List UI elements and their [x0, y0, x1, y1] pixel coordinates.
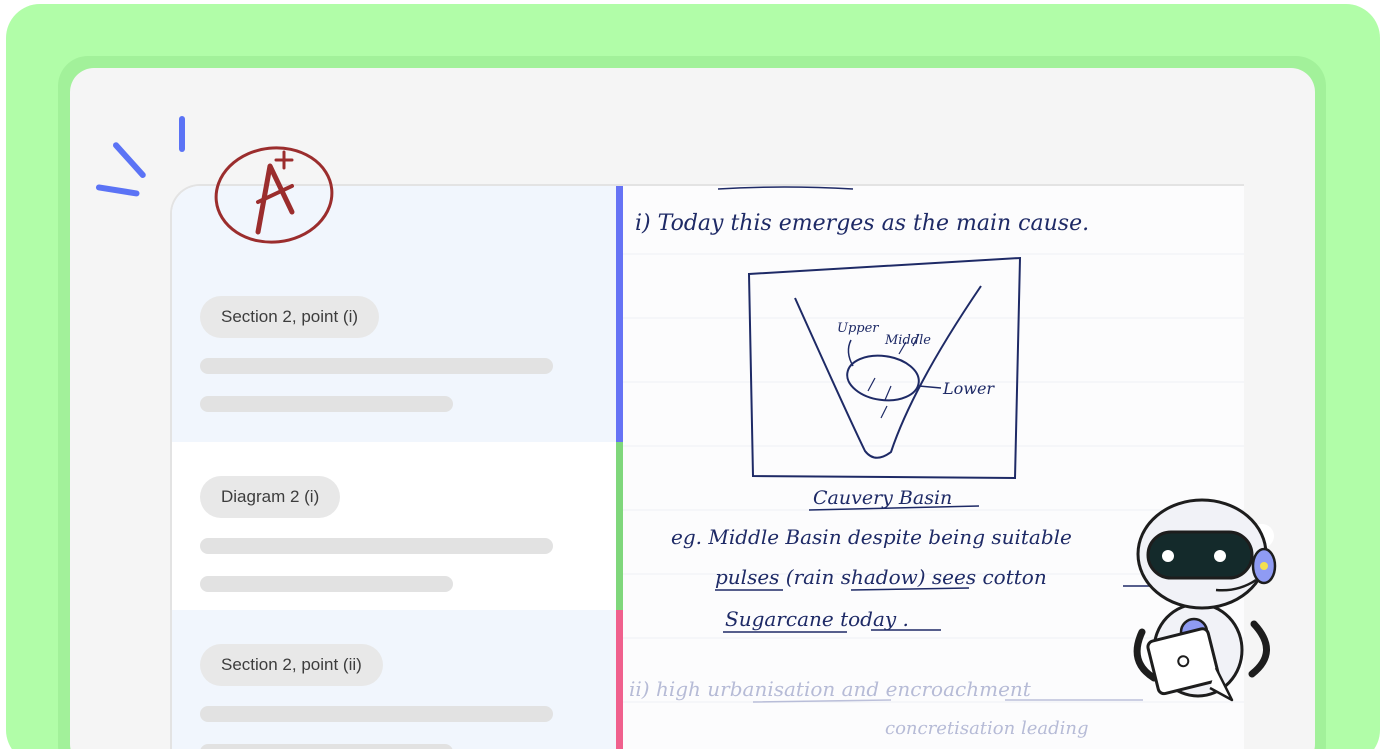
cauvery-basin-diagram: Upper Middle Lower Cauvery Basin — [747, 256, 1022, 511]
grade-a-plus-mark — [208, 140, 340, 250]
feedback-section-2[interactable]: Diagram 2 (i) — [172, 442, 616, 610]
placeholder-line — [200, 706, 553, 722]
placeholder-line — [200, 358, 553, 374]
robot-mascot-icon — [1124, 492, 1284, 710]
placeholder-line — [200, 576, 453, 592]
section-strip-3 — [616, 610, 623, 749]
placeholder-line — [200, 396, 453, 412]
section-chip[interactable]: Section 2, point (i) — [200, 296, 380, 338]
sparkle-stroke-2 — [179, 116, 185, 152]
section-chip[interactable]: Diagram 2 (i) — [200, 476, 341, 518]
placeholder-line — [200, 744, 453, 749]
answer-line-ii-cont: concretisation leading — [885, 718, 1088, 739]
answer-line-eg: eg. Middle Basin despite being suitable — [671, 525, 1072, 549]
diagram-caption: Cauvery Basin — [813, 487, 952, 509]
diagram-label-upper: Upper — [837, 321, 879, 336]
placeholder-line — [200, 538, 553, 554]
answer-line-1: i) Today this emerges as the main cause. — [635, 211, 1089, 236]
diagram-label-middle: Middle — [884, 333, 931, 348]
section-chip[interactable]: Section 2, point (ii) — [200, 644, 383, 686]
answer-line-pulses: pulses (rain shadow) sees cotton — [715, 565, 1047, 589]
answer-line-ii: ii) high urbanisation and encroachment — [629, 677, 1032, 701]
section-strip-1 — [616, 186, 623, 442]
feedback-section-3[interactable]: Section 2, point (ii) — [172, 610, 616, 749]
diagram-label-lower: Lower — [942, 379, 995, 398]
answer-line-sugarcane: Sugarcane today . — [725, 607, 909, 631]
graded-answer-window: Section 2, point (i) Diagram 2 (i) Secti… — [170, 184, 1244, 749]
section-strip-2 — [616, 442, 623, 610]
feedback-sidebar: Section 2, point (i) Diagram 2 (i) Secti… — [172, 186, 616, 749]
